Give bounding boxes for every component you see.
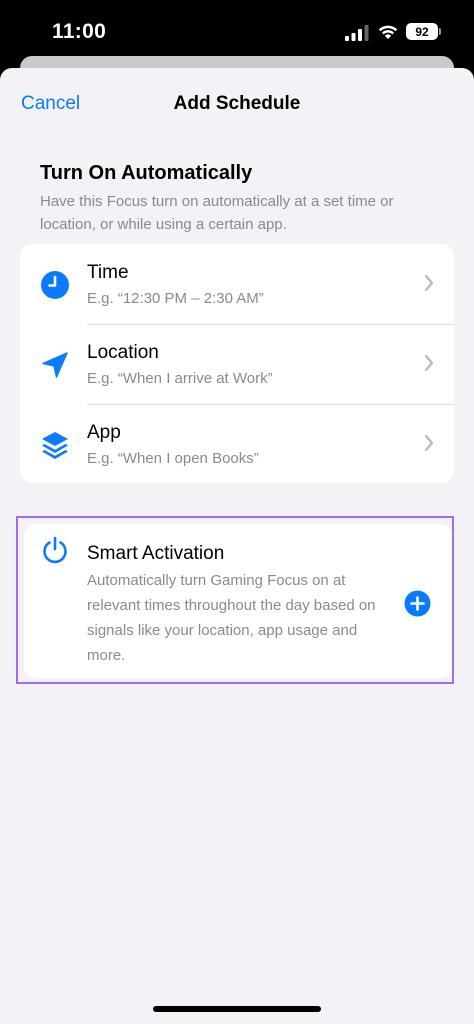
battery-tip bbox=[439, 28, 441, 35]
option-example: E.g. “12:30 PM – 2:30 AM” bbox=[87, 290, 264, 307]
section-heading: Turn On Automatically bbox=[40, 162, 253, 184]
location-arrow-icon bbox=[42, 352, 68, 378]
chevron-right-icon bbox=[424, 354, 434, 372]
option-example: E.g. “When I arrive at Work” bbox=[87, 370, 273, 387]
option-app[interactable]: App E.g. “When I open Books” bbox=[20, 404, 454, 483]
status-time: 11:00 bbox=[52, 20, 107, 43]
cancel-button[interactable]: Cancel bbox=[21, 93, 80, 115]
option-location[interactable]: Location E.g. “When I arrive at Work” bbox=[20, 324, 454, 404]
cellular-signal-icon bbox=[345, 25, 369, 41]
chevron-right-icon bbox=[424, 434, 434, 452]
app-stack-icon bbox=[42, 432, 68, 459]
option-label: App bbox=[87, 422, 121, 443]
home-indicator[interactable] bbox=[153, 1006, 321, 1012]
section-description: Have this Focus turn on automatically at… bbox=[40, 193, 394, 233]
status-bar: 11:00 92 bbox=[0, 0, 474, 62]
option-example: E.g. “When I open Books” bbox=[87, 450, 259, 467]
options-card: Time E.g. “12:30 PM – 2:30 AM” Location … bbox=[20, 244, 454, 483]
option-label: Time bbox=[87, 262, 129, 283]
option-label: Location bbox=[87, 342, 159, 363]
clock-icon bbox=[41, 271, 69, 299]
highlight-frame bbox=[16, 516, 454, 684]
chevron-right-icon bbox=[424, 274, 434, 292]
screen: 11:00 92 Add Schedule Cancel Turn On Aut… bbox=[0, 0, 474, 1024]
option-time[interactable]: Time E.g. “12:30 PM – 2:30 AM” bbox=[20, 244, 454, 324]
battery-level: 92 bbox=[406, 23, 438, 40]
wifi-icon bbox=[378, 25, 398, 39]
